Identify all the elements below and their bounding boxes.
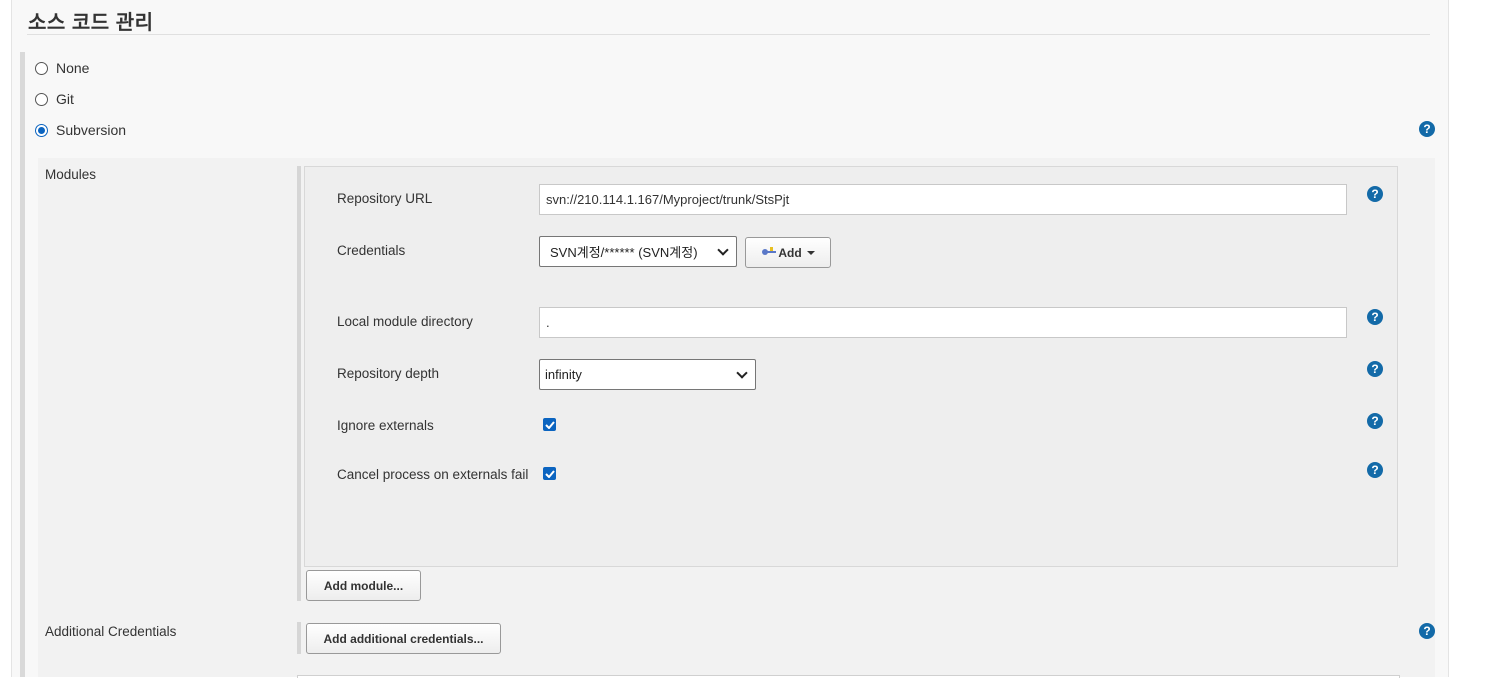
additional-credentials-label: Additional Credentials xyxy=(45,624,177,639)
repository-depth-select[interactable]: infinity xyxy=(539,359,756,390)
local-module-directory-label: Local module directory xyxy=(337,314,473,329)
section-title: 소스 코드 관리 xyxy=(28,12,154,34)
add-credentials-label: Add xyxy=(778,245,802,260)
credentials-select-value: SVN계정/****** (SVN계정) xyxy=(550,245,698,260)
repository-depth-label: Repository depth xyxy=(337,366,440,381)
ignore-externals-checkbox[interactable] xyxy=(543,418,556,431)
repository-depth-select-value: infinity xyxy=(545,367,582,382)
additional-credentials-group-bar xyxy=(297,622,301,654)
scm-group-bar xyxy=(20,52,25,677)
help-icon[interactable]: ? xyxy=(1367,462,1383,478)
scm-option-git[interactable]: Git xyxy=(35,89,74,109)
caret-down-icon xyxy=(806,250,815,255)
module-entry xyxy=(304,166,1398,567)
repository-url-input[interactable]: svn://210.114.1.167/Myproject/trunk/StsP… xyxy=(539,184,1347,215)
radio-label-git: Git xyxy=(56,91,74,107)
chevron-down-icon xyxy=(717,243,729,256)
help-icon[interactable]: ? xyxy=(1419,623,1435,639)
key-icon xyxy=(761,246,777,260)
help-icon[interactable]: ? xyxy=(1367,186,1383,202)
repository-url-label: Repository URL xyxy=(337,191,433,206)
help-icon[interactable]: ? xyxy=(1419,121,1435,137)
help-icon[interactable]: ? xyxy=(1367,361,1383,377)
modules-label: Modules xyxy=(45,167,97,182)
add-module-button[interactable]: Add module... xyxy=(306,570,421,601)
credentials-label: Credentials xyxy=(337,243,406,258)
radio-none[interactable] xyxy=(35,61,48,75)
help-icon[interactable]: ? xyxy=(1367,413,1383,429)
cancel-on-externals-fail-checkbox[interactable] xyxy=(543,467,556,480)
ignore-externals-label: Ignore externals xyxy=(337,418,434,433)
scm-option-subversion[interactable]: Subversion xyxy=(35,120,126,140)
scm-option-none[interactable]: None xyxy=(35,58,89,78)
radio-label-none: None xyxy=(56,60,90,76)
local-module-directory-input[interactable]: . xyxy=(539,307,1347,338)
credentials-select[interactable]: SVN계정/****** (SVN계정) xyxy=(539,236,737,267)
radio-subversion[interactable] xyxy=(35,123,48,137)
cancel-on-externals-fail-label: Cancel process on externals fail xyxy=(337,467,529,482)
title-divider xyxy=(27,34,1430,35)
chevron-down-icon xyxy=(736,366,748,379)
add-additional-credentials-button[interactable]: Add additional credentials... xyxy=(306,623,501,654)
add-credentials-button[interactable]: Add xyxy=(745,237,831,268)
help-icon[interactable]: ? xyxy=(1367,309,1383,325)
radio-label-subversion: Subversion xyxy=(56,122,127,138)
modules-group-bar xyxy=(297,166,301,601)
radio-git[interactable] xyxy=(35,92,48,106)
